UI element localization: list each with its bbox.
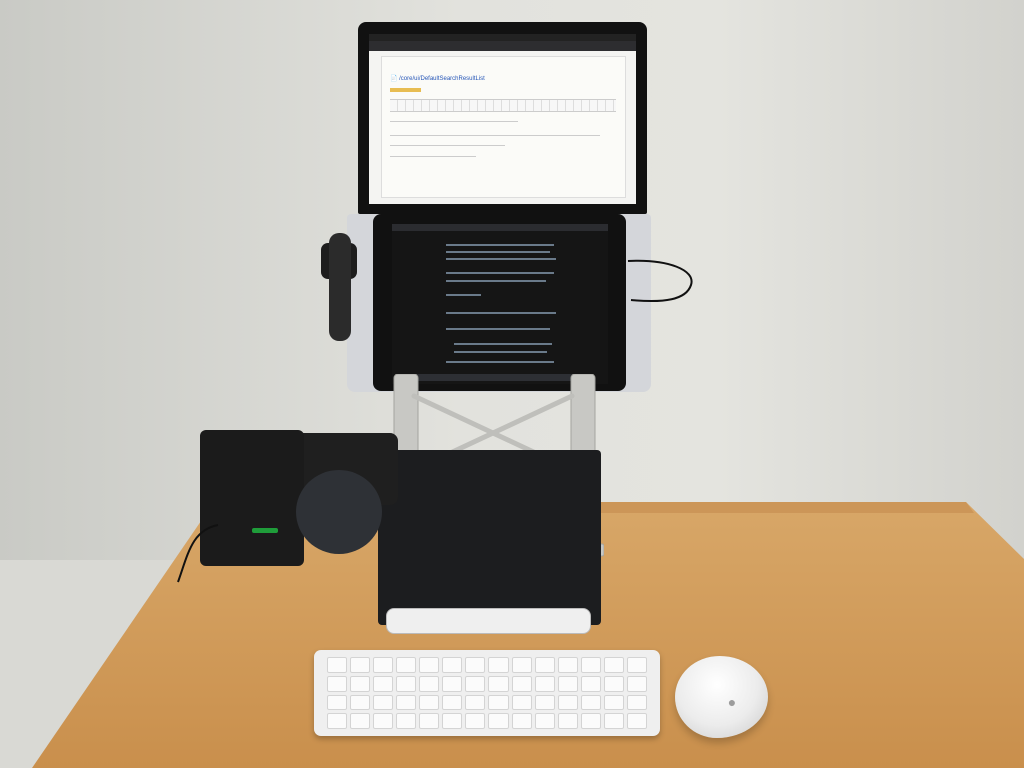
menu-bar [369,34,636,41]
text-line [390,121,518,122]
text-line [446,294,481,296]
tablet-browser-bar [392,224,608,231]
text-line [446,280,546,282]
tablet-display [392,224,608,384]
document-page: 📄 /core/ui/DefaultSearchResultList [381,56,626,198]
smart-speaker [296,470,382,554]
cable [627,259,693,303]
text-line [454,343,552,345]
watch [320,233,362,343]
stand-base [386,608,591,634]
text-line [390,135,600,136]
text-line [446,251,550,253]
text-line [446,312,556,314]
text-line [446,258,556,260]
apple-icon: ● [727,694,737,710]
text-line [446,328,550,330]
document-title: 📄 /core/ui/DefaultSearchResultList [390,76,485,82]
text-line [390,145,505,146]
cable [177,524,219,583]
text-line [446,361,554,363]
browser-tab-bar [369,41,636,51]
storage-box [378,450,601,625]
text-line [454,351,547,353]
highlight-bar [390,88,421,92]
text-line [390,156,476,157]
desk-photo: 📄 /core/ui/DefaultSearchResultList ● [0,0,1024,768]
laptop-display: 📄 /core/ui/DefaultSearchResultList [369,34,636,204]
keyboard [314,650,660,736]
text-line [446,272,554,274]
editor-toolbar [390,99,616,112]
text-line [446,244,554,246]
